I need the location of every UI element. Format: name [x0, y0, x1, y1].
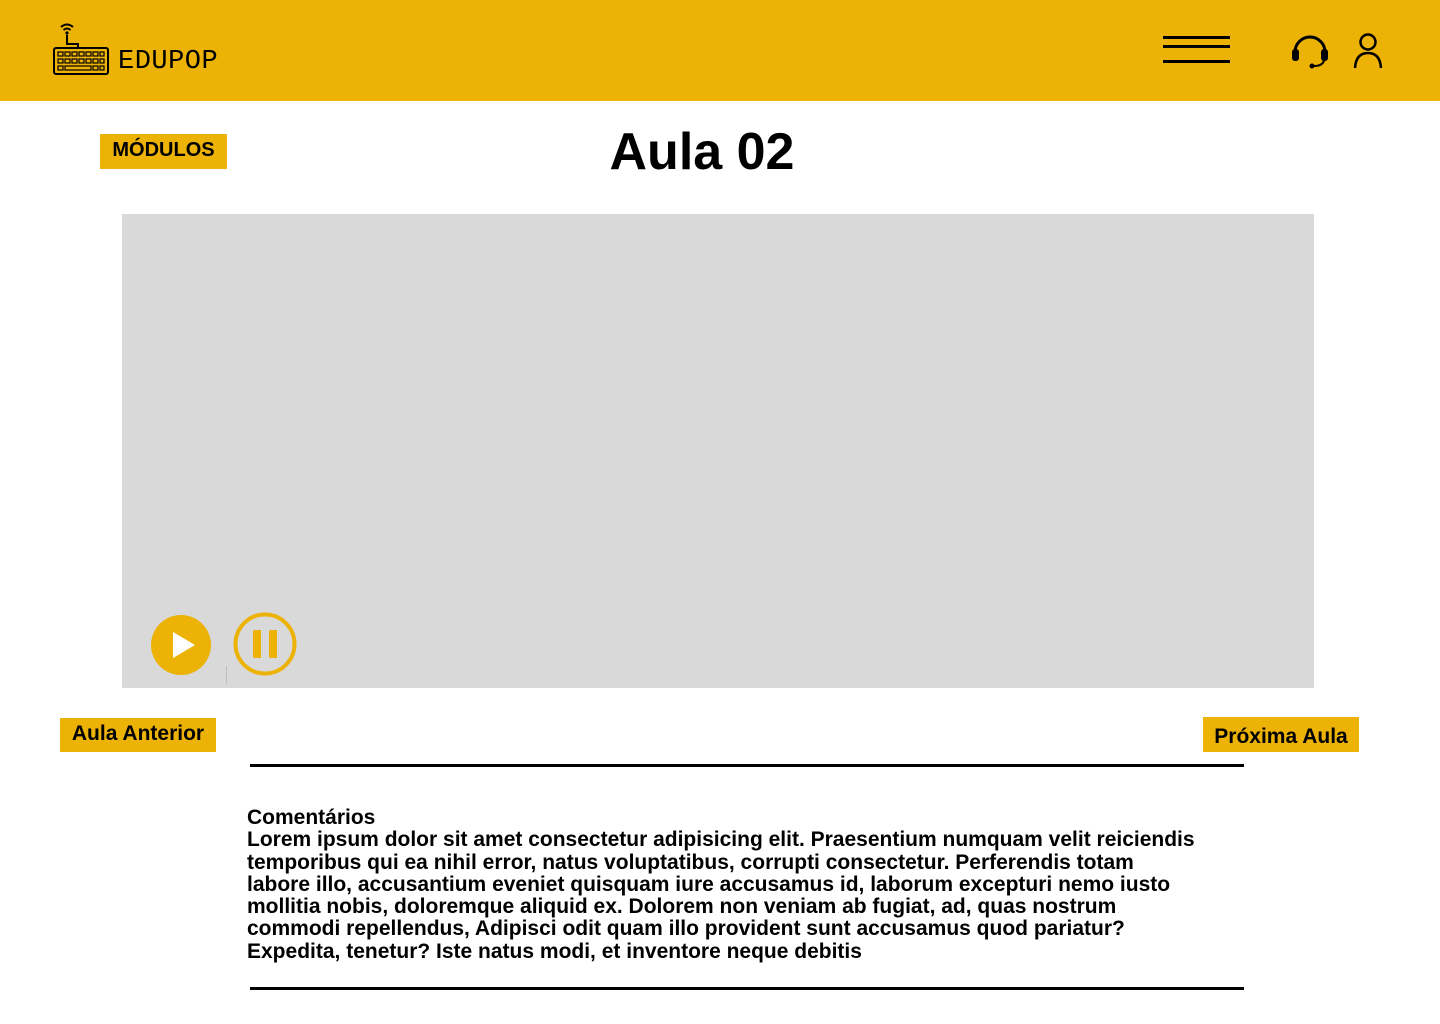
menu-button[interactable]: [1163, 36, 1230, 66]
play-icon: [151, 615, 211, 675]
keyboard-wifi-icon: [53, 23, 109, 75]
brand-logo[interactable]: EDUPOP: [52, 20, 218, 76]
comments-heading: Comentários: [247, 806, 376, 829]
comments-body: Lorem ipsum dolor sit amet consectetur a…: [247, 828, 1195, 963]
comments-section: Comentários Lorem ipsum dolor sit amet c…: [247, 806, 1267, 963]
hamburger-menu-icon: [1163, 36, 1230, 39]
brand-name: EDUPOP: [118, 47, 219, 77]
next-lesson-button[interactable]: Próxima Aula: [1203, 717, 1359, 752]
pause-icon: [233, 612, 297, 676]
video-player[interactable]: [122, 214, 1314, 688]
divider-top: [250, 764, 1244, 767]
lesson-page: EDUPOP MÓDULOS Aula 02 Aula Anterior Pró…: [0, 0, 1440, 1024]
pause-button[interactable]: [233, 612, 297, 676]
previous-lesson-button[interactable]: Aula Anterior: [60, 718, 216, 752]
top-header: EDUPOP: [0, 0, 1440, 101]
play-button[interactable]: [150, 614, 212, 676]
support-button[interactable]: [1290, 32, 1330, 70]
headset-icon: [1292, 35, 1328, 69]
page-title: Aula 02: [609, 123, 795, 181]
video-scrubber[interactable]: [226, 666, 227, 684]
divider-bottom: [250, 987, 1244, 990]
profile-button[interactable]: [1352, 32, 1384, 70]
user-icon: [1353, 33, 1383, 69]
